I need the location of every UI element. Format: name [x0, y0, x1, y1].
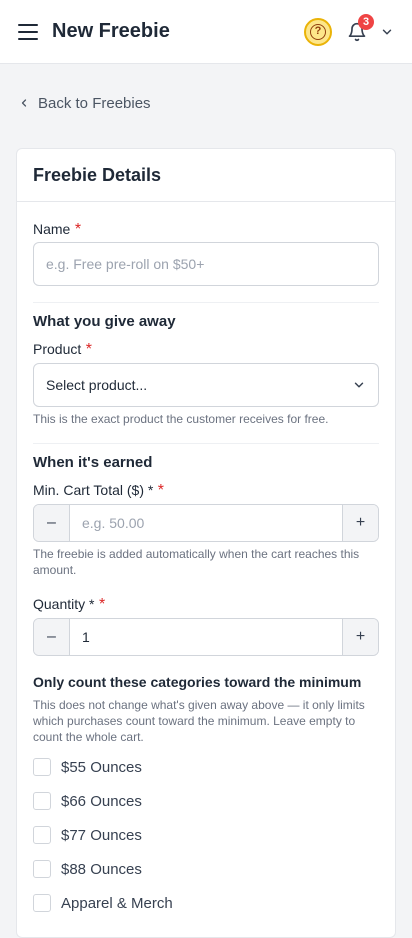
- quantity-increment-button[interactable]: +: [342, 619, 378, 655]
- divider: [33, 443, 379, 444]
- categories-help-text: This does not change what's given away a…: [33, 698, 365, 744]
- category-label: Apparel & Merch: [61, 894, 173, 912]
- quantity-input[interactable]: 1: [70, 619, 342, 655]
- required-marker: *: [157, 482, 165, 499]
- required-marker: *: [98, 596, 106, 613]
- back-to-freebies-link[interactable]: Back to Freebies: [0, 93, 412, 113]
- min-cart-input[interactable]: e.g. 50.00: [70, 505, 342, 541]
- notifications-button[interactable]: 3: [346, 13, 374, 43]
- category-option[interactable]: $88 Ounces: [33, 852, 379, 886]
- category-list: $55 Ounces $66 Ounces $77 Ounces $88 Oun…: [33, 750, 379, 920]
- quantity-stepper: – 1 +: [33, 618, 379, 656]
- back-link-label: Back to Freebies: [38, 94, 151, 112]
- name-field-label-row: Name *: [33, 221, 379, 239]
- notification-count-badge: 3: [358, 13, 374, 30]
- quantity-decrement-button[interactable]: –: [34, 619, 70, 655]
- name-label: Name: [33, 221, 71, 237]
- help-button[interactable]: ?: [304, 17, 332, 46]
- question-icon: ?: [310, 23, 326, 40]
- product-select[interactable]: Select product...: [33, 363, 379, 407]
- product-help-text: This is the exact product the customer r…: [33, 412, 329, 426]
- min-cart-label: Min. Cart Total ($) *: [33, 482, 154, 498]
- name-input[interactable]: [33, 242, 379, 286]
- top-app-bar: New Freebie ? 3: [0, 0, 412, 64]
- category-label: $66 Ounces: [61, 792, 142, 810]
- category-option[interactable]: $66 Ounces: [33, 784, 379, 818]
- category-checkbox[interactable]: [33, 758, 51, 776]
- freebie-details-card: Freebie Details Name * What you give awa…: [16, 148, 396, 938]
- card-title: Freebie Details: [17, 149, 395, 202]
- categories-section-title: Only count these categories toward the m…: [33, 674, 362, 690]
- quantity-label-row: Quantity * *: [33, 596, 379, 614]
- product-label: Product: [33, 341, 82, 357]
- min-cart-label-row: Min. Cart Total ($) * *: [33, 482, 379, 500]
- quantity-label: Quantity *: [33, 596, 95, 612]
- required-marker: *: [85, 341, 92, 358]
- category-option[interactable]: $55 Ounces: [33, 750, 379, 784]
- page-title: New Freebie: [52, 20, 170, 42]
- min-cart-help-text: The freebie is added automatically when …: [33, 547, 360, 577]
- category-option[interactable]: $77 Ounces: [33, 818, 379, 852]
- account-menu-chevron-down-icon[interactable]: [380, 25, 394, 39]
- category-checkbox[interactable]: [33, 792, 51, 810]
- product-select-value: Select product...: [46, 377, 148, 393]
- divider: [33, 302, 379, 303]
- menu-icon[interactable]: [18, 23, 38, 40]
- category-checkbox[interactable]: [33, 826, 51, 844]
- min-cart-decrement-button[interactable]: –: [34, 505, 70, 541]
- min-cart-stepper: – e.g. 50.00 +: [33, 504, 379, 542]
- min-cart-increment-button[interactable]: +: [342, 505, 378, 541]
- chevron-down-icon: [354, 382, 364, 388]
- product-label-row: Product *: [33, 341, 379, 359]
- required-marker: *: [74, 221, 82, 238]
- category-checkbox[interactable]: [33, 894, 51, 912]
- earned-section-title: When it's earned: [33, 454, 153, 471]
- category-checkbox[interactable]: [33, 860, 51, 878]
- chevron-left-icon: [21, 99, 27, 107]
- category-label: $88 Ounces: [61, 860, 142, 878]
- give-away-section-title: What you give away: [33, 313, 176, 330]
- category-label: $77 Ounces: [61, 826, 142, 844]
- category-label: $55 Ounces: [61, 758, 142, 776]
